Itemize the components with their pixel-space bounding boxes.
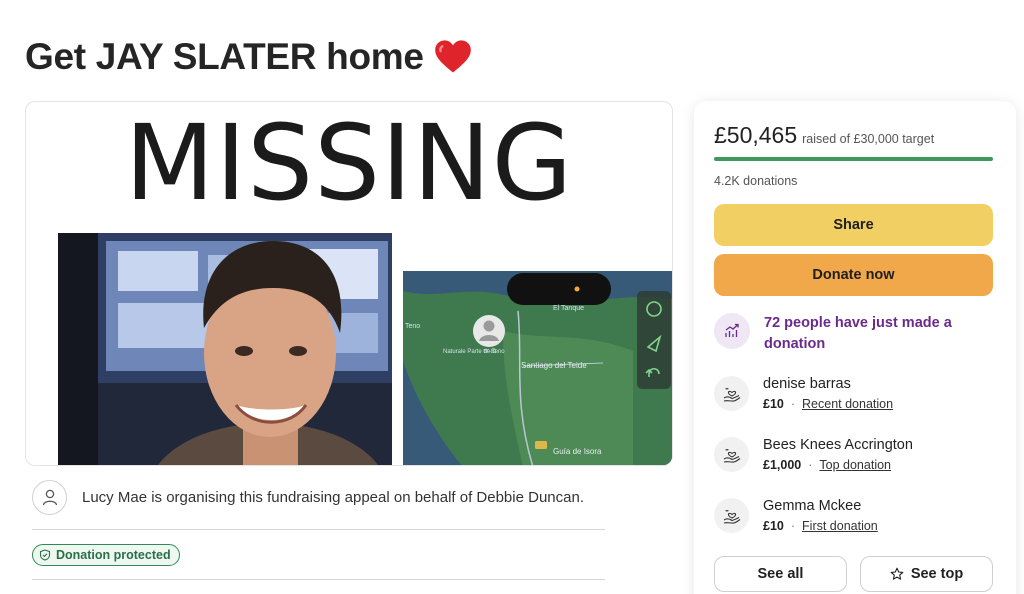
see-top-label: See top [910,566,964,582]
missing-poster-text: MISSING [124,102,574,224]
donor-meta: £10 · Recent donation [763,394,893,414]
map-screenshot: Teno El Tanque Santiago del Teide Guía d… [403,271,672,465]
raised-amount: £50,465 [714,122,798,148]
donor-meta: £1,000 · Top donation [763,455,913,475]
map-label-teno: Teno [405,323,421,330]
donation-count: 4.2K donations [714,174,798,188]
donation-protected-badge[interactable]: Donation protected [32,544,180,566]
shield-check-icon [39,549,51,561]
target-text: raised of £30,000 target [802,132,935,146]
donor-item: Gemma Mckee £10 · First donation [714,496,1004,536]
donor-amount: £10 [763,397,784,411]
person-icon [32,479,67,515]
heart-emoji-icon [434,40,471,73]
see-top-button[interactable]: See top [860,556,993,592]
star-icon [890,567,904,580]
hero-image[interactable]: MISSING Teno El Tanque Santiago del Teid… [25,101,673,466]
separator-dot: · [808,458,813,472]
hand-heart-icon [714,437,749,472]
page-title-text: Get JAY SLATER home [25,36,424,77]
progress-bar [714,157,993,161]
divider [32,529,605,530]
see-all-button[interactable]: See all [714,556,847,592]
donor-tag-link[interactable]: Top donation [819,458,891,472]
donor-amount: £1,000 [763,458,802,472]
donor-tag-link[interactable]: First donation [802,519,878,533]
hand-heart-icon [714,498,749,533]
donor-item: denise barras £10 · Recent donation [714,374,1004,414]
raised-summary: £50,465 raised of £30,000 target [714,122,934,149]
donate-now-button[interactable]: Donate now [714,254,993,296]
map-label-guia: Guía de Isora [553,447,602,456]
map-label-el-tanque: El Tanque [553,305,585,312]
divider [32,579,605,580]
donor-name: denise barras [763,376,851,392]
donation-protected-label: Donation protected [56,548,171,562]
separator-dot: · [790,397,796,411]
organiser-row: Lucy Mae is organising this fundraising … [32,479,607,515]
missing-person-photo [58,233,392,465]
share-button[interactable]: Share [714,204,993,246]
map-label-santiago: Santiago del Teide [521,361,587,370]
donor-meta: £10 · First donation [763,516,878,536]
organiser-text: Lucy Mae is organising this fundraising … [82,488,584,506]
donor-item: Bees Knees Accrington £1,000 · Top donatio… [714,435,1004,475]
hand-heart-icon [714,376,749,411]
separator-dot: · [790,519,796,533]
map-pin-label: TF-82 [483,349,497,355]
trending-up-icon [714,313,750,349]
donor-tag-link[interactable]: Recent donation [802,397,893,411]
donor-name: Bees Knees Accrington [763,437,913,453]
progress-fill [714,157,993,161]
donor-amount: £10 [763,519,784,533]
page-title: Get JAY SLATER home [25,36,472,78]
donation-card: £50,465 raised of £30,000 target 4.2K do… [694,101,1016,594]
recent-activity-text: 72 people have just made a donation [764,315,952,352]
recent-activity: 72 people have just made a donation [714,313,1004,355]
donor-name: Gemma Mckee [763,498,862,514]
